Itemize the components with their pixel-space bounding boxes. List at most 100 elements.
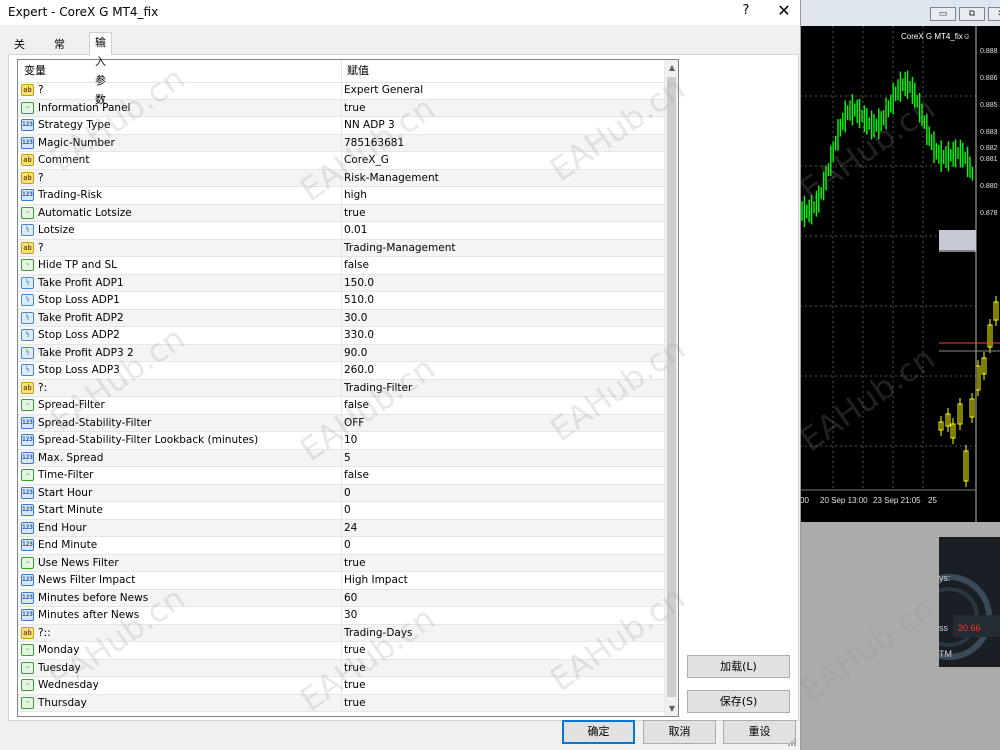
parameter-value[interactable]: Trading-Management (344, 240, 455, 257)
price-chart-upper[interactable]: CoreX G MT4_fix☺ 0.888 0.886 0.885 0.883 0.8… (800, 26, 1000, 522)
parameter-row[interactable]: ab?:: Trading-Days (18, 624, 664, 642)
parameter-value[interactable]: Expert General (344, 82, 423, 99)
parameter-row[interactable]: ~ Monday true (18, 642, 664, 660)
parameter-value[interactable]: OFF (344, 415, 364, 432)
resize-grip-icon[interactable] (787, 737, 797, 747)
parameter-value[interactable]: 0.01 (344, 222, 367, 239)
column-header-variable[interactable]: 变量 (18, 60, 341, 82)
restore-icon[interactable]: ⧉ (959, 7, 985, 21)
parameter-value[interactable]: 10 (344, 432, 357, 449)
parameter-row[interactable]: ~ Information Panel true (18, 99, 664, 117)
parameter-value[interactable]: 5 (344, 450, 351, 467)
parameter-value[interactable]: 150.0 (344, 275, 374, 292)
cancel-button[interactable]: 取消 (643, 720, 716, 744)
parameter-value[interactable]: High Impact (344, 572, 408, 589)
save-button[interactable]: 保存(S) (687, 690, 790, 713)
parameter-name: Stop Loss ADP1 (38, 294, 120, 306)
load-button[interactable]: 加载(L) (687, 655, 790, 678)
parameter-row[interactable]: 123 Start Hour 0 (18, 484, 664, 502)
parameter-value[interactable]: Trading-Days (344, 625, 413, 642)
scrollbar-thumb[interactable] (667, 77, 676, 697)
parameter-value[interactable]: true (344, 677, 366, 694)
parameter-value[interactable]: Trading-Filter (344, 380, 412, 397)
scroll-up-icon[interactable]: ▲ (665, 60, 678, 75)
parameter-row[interactable]: 123 Strategy Type NN ADP 3 (18, 117, 664, 135)
parameter-value[interactable]: 30.0 (344, 310, 367, 327)
parameter-row[interactable]: 123 Minutes after News 30 (18, 607, 664, 625)
tab-about[interactable]: 关于 (8, 34, 31, 70)
minimize-icon[interactable]: ▭ (930, 7, 956, 21)
parameter-value[interactable]: true (344, 695, 366, 712)
parameter-value[interactable]: 60 (344, 590, 357, 607)
parameter-row[interactable]: 123 Start Minute 0 (18, 502, 664, 520)
help-icon[interactable]: ? (740, 3, 752, 18)
parameter-row[interactable]: ~ Automatic Lotsize true (18, 204, 664, 222)
parameter-row[interactable]: ½ Lotsize 0.01 (18, 222, 664, 240)
dialog-title-bar[interactable]: Expert - CoreX G MT4_fix ? ✕ (0, 0, 800, 25)
parameter-row[interactable]: ~ Thursday true (18, 694, 664, 712)
parameter-value[interactable]: 260.0 (344, 362, 374, 379)
parameter-value[interactable]: true (344, 555, 366, 572)
parameter-row[interactable]: ~ Tuesday true (18, 659, 664, 677)
parameter-row[interactable]: 123 End Minute 0 (18, 537, 664, 555)
parameter-row[interactable]: ab Comment CoreX_G (18, 152, 664, 170)
panel-text-3: TM (939, 649, 952, 659)
parameter-value[interactable]: 0 (344, 502, 351, 519)
parameter-row[interactable]: 123 Trading-Risk high (18, 187, 664, 205)
parameter-row[interactable]: ~ Wednesday true (18, 677, 664, 695)
input-parameters-grid: 变量 赋值 ab? Expert General ~ Information Pane… (17, 59, 679, 717)
parameter-value[interactable]: CoreX_G (344, 152, 389, 169)
parameter-row[interactable]: ab? Trading-Management (18, 239, 664, 257)
parameter-value[interactable]: true (344, 642, 366, 659)
parameter-row[interactable]: ½ Stop Loss ADP3 260.0 (18, 362, 664, 380)
parameter-value[interactable]: 510.0 (344, 292, 374, 309)
parameter-name: Magic-Number (38, 136, 115, 149)
close-icon[interactable]: ✕ (775, 1, 793, 20)
parameter-row[interactable]: ~ Time-Filter false (18, 467, 664, 485)
reset-button[interactable]: 重设 (723, 720, 796, 744)
parameter-row[interactable]: ½ Take Profit ADP2 30.0 (18, 309, 664, 327)
vertical-scrollbar[interactable]: ▲ ▼ (664, 60, 678, 716)
price-label: 0.883 (980, 129, 998, 136)
tab-common[interactable]: 常用 (48, 34, 71, 70)
parameter-row[interactable]: ab?: Trading-Filter (18, 379, 664, 397)
close-window-icon[interactable]: ✕ (988, 7, 1000, 21)
parameter-value[interactable]: true (344, 660, 366, 677)
parameter-value[interactable]: Risk-Management (344, 170, 439, 187)
parameter-row[interactable]: ½ Take Profit ADP3 2 90.0 (18, 344, 664, 362)
tab-inputs[interactable]: 输入参数 (89, 32, 112, 106)
parameter-row[interactable]: 123 Minutes before News 60 (18, 589, 664, 607)
parameter-row[interactable]: 123 Max. Spread 5 (18, 449, 664, 467)
parameter-row[interactable]: 123 Spread-Stability-Filter OFF (18, 414, 664, 432)
parameter-value[interactable]: high (344, 187, 367, 204)
parameter-value[interactable]: 0 (344, 485, 351, 502)
parameter-value[interactable]: false (344, 257, 369, 274)
parameter-value[interactable]: 0 (344, 537, 351, 554)
parameter-value[interactable]: false (344, 397, 369, 414)
parameter-row[interactable]: 123 Magic-Number 785163681 (18, 134, 664, 152)
parameter-value[interactable]: true (344, 100, 366, 117)
parameter-row[interactable]: ~ Use News Filter true (18, 554, 664, 572)
parameter-value[interactable]: true (344, 205, 366, 222)
parameter-row[interactable]: ~ Hide TP and SL false (18, 257, 664, 275)
parameter-row[interactable]: ~ Spread-Filter false (18, 397, 664, 415)
parameter-value[interactable]: 24 (344, 520, 357, 537)
parameter-value[interactable]: 785163681 (344, 135, 404, 152)
parameter-value[interactable]: 30 (344, 607, 357, 624)
parameter-row[interactable]: 123 Spread-Stability-Filter Lookback (min… (18, 432, 664, 450)
parameter-row[interactable]: ab? Expert General (18, 82, 664, 100)
parameter-row[interactable]: ab? Risk-Management (18, 169, 664, 187)
parameter-row[interactable]: ½ Take Profit ADP1 150.0 (18, 274, 664, 292)
panel-value: 20.66 (958, 623, 981, 633)
parameter-value[interactable]: false (344, 467, 369, 484)
scroll-down-icon[interactable]: ▼ (665, 701, 678, 716)
parameter-value[interactable]: 330.0 (344, 327, 374, 344)
ok-button[interactable]: 确定 (562, 720, 635, 744)
parameter-row[interactable]: ½ Stop Loss ADP2 330.0 (18, 327, 664, 345)
parameter-value[interactable]: 90.0 (344, 345, 367, 362)
parameter-row[interactable]: ½ Stop Loss ADP1 510.0 (18, 292, 664, 310)
column-header-value[interactable]: 赋值 (341, 60, 664, 82)
parameter-row[interactable]: 123 News Filter Impact High Impact (18, 572, 664, 590)
parameter-value[interactable]: NN ADP 3 (344, 117, 395, 134)
parameter-row[interactable]: 123 End Hour 24 (18, 519, 664, 537)
